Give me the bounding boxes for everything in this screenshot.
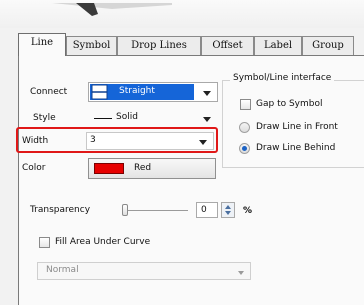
fill-mode-value: Normal bbox=[46, 265, 79, 275]
solid-line-icon bbox=[94, 118, 112, 119]
gap-to-symbol-label: Gap to Symbol bbox=[256, 99, 323, 109]
transparency-unit: % bbox=[243, 206, 253, 216]
style-label: Style bbox=[33, 113, 56, 123]
draw-behind-label: Draw Line Behind bbox=[256, 143, 336, 153]
dialog-top-strip bbox=[0, 0, 364, 28]
color-label: Color bbox=[22, 163, 46, 173]
fill-mode-dropdown[interactable]: Normal bbox=[37, 262, 251, 280]
fill-area-checkbox[interactable] bbox=[39, 237, 50, 248]
width-highlight-box bbox=[16, 127, 218, 153]
style-dropdown[interactable]: Solid bbox=[88, 109, 218, 127]
transparency-input[interactable]: 0 bbox=[196, 202, 218, 218]
draw-front-radio[interactable] bbox=[239, 122, 250, 133]
style-value: Solid bbox=[116, 112, 138, 122]
color-swatch bbox=[94, 163, 124, 174]
spin-up-icon bbox=[225, 205, 231, 209]
chevron-down-icon bbox=[238, 271, 244, 275]
transparency-spinner[interactable] bbox=[221, 202, 235, 218]
connect-label: Connect bbox=[30, 87, 68, 97]
tab-group[interactable]: Group bbox=[302, 36, 354, 55]
tab-line[interactable]: Line bbox=[18, 33, 66, 56]
transparency-slider-track bbox=[126, 210, 188, 211]
drag-handle-icon bbox=[52, 3, 172, 16]
transparency-value: 0 bbox=[201, 205, 207, 215]
connect-value: Straight bbox=[119, 86, 155, 96]
draw-front-label: Draw Line in Front bbox=[256, 122, 338, 132]
color-button[interactable]: Red bbox=[88, 158, 216, 179]
gap-to-symbol-checkbox[interactable] bbox=[240, 99, 251, 110]
draw-behind-radio[interactable] bbox=[239, 143, 250, 154]
color-value: Red bbox=[134, 163, 152, 173]
spin-down-icon bbox=[225, 211, 231, 215]
fill-area-label: Fill Area Under Curve bbox=[55, 237, 151, 247]
transparency-slider-thumb[interactable] bbox=[122, 204, 128, 216]
tab-label[interactable]: Label bbox=[254, 36, 302, 55]
transparency-label: Transparency bbox=[30, 205, 91, 215]
tab-symbol[interactable]: Symbol bbox=[66, 36, 117, 55]
tab-offset[interactable]: Offset bbox=[201, 36, 254, 55]
straight-line-icon bbox=[91, 84, 108, 100]
symbol-line-interface-title: Symbol/Line interface bbox=[230, 73, 335, 83]
tab-drop-lines[interactable]: Drop Lines bbox=[117, 36, 201, 55]
connect-dropdown[interactable]: Straight bbox=[88, 82, 218, 102]
chevron-down-icon bbox=[203, 117, 211, 122]
chevron-down-icon bbox=[203, 91, 211, 96]
